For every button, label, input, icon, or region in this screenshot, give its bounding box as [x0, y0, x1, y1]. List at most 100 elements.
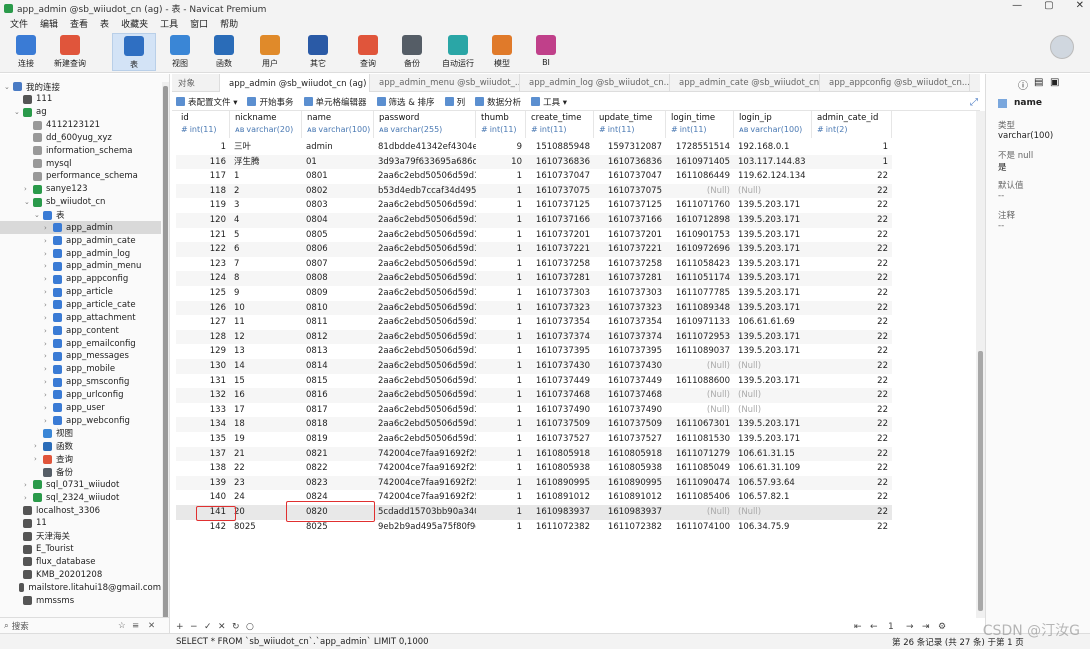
- minimize-button[interactable]: —: [1012, 0, 1022, 11]
- sidebar-item[interactable]: ⌄ 我的连接: [0, 80, 161, 93]
- cell-create_time[interactable]: 1610805938: [526, 461, 594, 476]
- sidebar-item[interactable]: › app_attachment: [0, 311, 161, 324]
- subtoolbar-button[interactable]: 工具 ▾: [531, 96, 567, 108]
- cell-id[interactable]: 142: [176, 520, 230, 535]
- tree-toggle-icon[interactable]: ›: [34, 442, 43, 450]
- cell-login_time[interactable]: 1611071760: [666, 198, 734, 213]
- cell-thumb[interactable]: 1: [476, 315, 526, 330]
- cell-login_time[interactable]: (Null): [666, 505, 734, 520]
- sidebar-item[interactable]: mysql: [0, 157, 161, 170]
- cell-password[interactable]: 2aa6c2ebd50506d59d1: [374, 315, 476, 330]
- tree-toggle-icon[interactable]: ⌄: [24, 198, 33, 206]
- cell-password[interactable]: 2aa6c2ebd50506d59d1: [374, 301, 476, 316]
- sidebar-item[interactable]: E_Tourist: [0, 543, 161, 556]
- cell-login_ip[interactable]: 139.5.203.171: [734, 242, 812, 257]
- cell-thumb[interactable]: 1: [476, 476, 526, 491]
- cell-password[interactable]: 2aa6c2ebd50506d59d1: [374, 242, 476, 257]
- cell-login_time[interactable]: 1611051174: [666, 271, 734, 286]
- cell-admin_cate_id[interactable]: 22: [812, 359, 892, 374]
- cell-nickname[interactable]: 21: [230, 447, 302, 462]
- cell-nickname[interactable]: 18: [230, 417, 302, 432]
- maximize-button[interactable]: ▢: [1044, 0, 1053, 11]
- toolbar-button-4[interactable]: 函数: [202, 33, 246, 71]
- toolbar-button-0[interactable]: 连接: [4, 33, 48, 71]
- cell-create_time[interactable]: 1610737258: [526, 257, 594, 272]
- cell-password[interactable]: 9eb2b9ad495a75f80f9c: [374, 520, 476, 535]
- cell-login_ip[interactable]: (Null): [734, 359, 812, 374]
- cell-thumb[interactable]: 1: [476, 257, 526, 272]
- cell-create_time[interactable]: 1611072382: [526, 520, 594, 535]
- subtoolbar-button[interactable]: 开始事务: [247, 96, 294, 108]
- cell-name[interactable]: 0801: [302, 169, 374, 184]
- cell-admin_cate_id[interactable]: 22: [812, 388, 892, 403]
- tab-3[interactable]: app_admin_log @sb_wiiudot_cn...: [520, 73, 670, 92]
- sidebar-item[interactable]: performance_schema: [0, 170, 161, 183]
- cell-login_time[interactable]: 1611088600: [666, 374, 734, 389]
- stop-button[interactable]: ○: [246, 622, 260, 632]
- cell-password[interactable]: 742004ce7faa91692f25: [374, 490, 476, 505]
- sidebar-item[interactable]: › app_emailconfig: [0, 337, 161, 350]
- cell-password[interactable]: 2aa6c2ebd50506d59d1: [374, 432, 476, 447]
- table-row[interactable]: 119 3 0803 2aa6c2ebd50506d59d1 1 1610737125 16…: [176, 198, 892, 213]
- cell-update_time[interactable]: 1610737430: [594, 359, 666, 374]
- table-row[interactable]: 131 15 0815 2aa6c2ebd50506d59d1 1 1610737449 1…: [176, 374, 892, 389]
- cell-admin_cate_id[interactable]: 22: [812, 257, 892, 272]
- cell-password[interactable]: b53d4edb7ccaf34d4955: [374, 184, 476, 199]
- table-row[interactable]: 138 22 0822 742004ce7faa91692f25 1 1610805938…: [176, 461, 892, 476]
- column-header-login_time[interactable]: login_time # int(11): [666, 111, 734, 138]
- cell-login_time[interactable]: 1610712898: [666, 213, 734, 228]
- cell-password[interactable]: 2aa6c2ebd50506d59d1: [374, 359, 476, 374]
- cell-id[interactable]: 134: [176, 417, 230, 432]
- sidebar-item[interactable]: 11: [0, 517, 161, 530]
- cell-id[interactable]: 133: [176, 403, 230, 418]
- sidebar-item[interactable]: › app_article: [0, 286, 161, 299]
- user-avatar[interactable]: [1050, 35, 1074, 59]
- cell-login_ip[interactable]: 139.5.203.171: [734, 228, 812, 243]
- cell-login_ip[interactable]: (Null): [734, 505, 812, 520]
- toolbar-button-5[interactable]: 用户: [248, 33, 292, 71]
- close-search-icon[interactable]: ✕: [148, 621, 155, 631]
- cell-create_time[interactable]: 1610737354: [526, 315, 594, 330]
- cell-login_time[interactable]: 1610971133: [666, 315, 734, 330]
- table-row[interactable]: 129 13 0813 2aa6c2ebd50506d59d1 1 1610737395 1…: [176, 344, 892, 359]
- sidebar-scrollbar[interactable]: [162, 82, 169, 630]
- cell-password[interactable]: 2aa6c2ebd50506d59d1: [374, 271, 476, 286]
- cell-thumb[interactable]: 1: [476, 461, 526, 476]
- cell-nickname[interactable]: 1: [230, 169, 302, 184]
- cell-name[interactable]: 0813: [302, 344, 374, 359]
- cell-name[interactable]: 0807: [302, 257, 374, 272]
- cell-login_ip[interactable]: 106.61.61.69: [734, 315, 812, 330]
- cell-create_time[interactable]: 1610737449: [526, 374, 594, 389]
- column-header-password[interactable]: password ᴀʙ varchar(255): [374, 111, 476, 138]
- cell-nickname[interactable]: 16: [230, 388, 302, 403]
- cell-id[interactable]: 126: [176, 301, 230, 316]
- cell-login_time[interactable]: 1610972696: [666, 242, 734, 257]
- sidebar-item[interactable]: › 函数: [0, 440, 161, 453]
- cell-admin_cate_id[interactable]: 1: [812, 140, 892, 155]
- sort-icon[interactable]: ≡: [132, 621, 139, 631]
- sidebar-item[interactable]: › app_mobile: [0, 363, 161, 376]
- cell-name[interactable]: 0811: [302, 315, 374, 330]
- sidebar-item[interactable]: 视图: [0, 427, 161, 440]
- table-row[interactable]: 142 8025 8025 9eb2b9ad495a75f80f9c 1 16110723…: [176, 520, 892, 535]
- table-row[interactable]: 122 6 0806 2aa6c2ebd50506d59d1 1 1610737221 16…: [176, 242, 892, 257]
- cell-id[interactable]: 140: [176, 490, 230, 505]
- sidebar-item[interactable]: dd_600yug_xyz: [0, 131, 161, 144]
- menu-item[interactable]: 工具: [154, 17, 184, 30]
- cell-login_ip[interactable]: (Null): [734, 388, 812, 403]
- cell-nickname[interactable]: 4: [230, 213, 302, 228]
- cell-login_time[interactable]: 1611085049: [666, 461, 734, 476]
- sidebar-item[interactable]: › app_appconfig: [0, 273, 161, 286]
- cell-admin_cate_id[interactable]: 22: [812, 374, 892, 389]
- cell-update_time[interactable]: 1610737395: [594, 344, 666, 359]
- tree-toggle-icon[interactable]: ›: [44, 275, 53, 283]
- cell-login_ip[interactable]: 139.5.203.171: [734, 198, 812, 213]
- cell-thumb[interactable]: 1: [476, 417, 526, 432]
- menu-item[interactable]: 帮助: [214, 17, 244, 30]
- cell-update_time[interactable]: 1610890995: [594, 476, 666, 491]
- cell-id[interactable]: 118: [176, 184, 230, 199]
- cell-nickname[interactable]: 13: [230, 344, 302, 359]
- cell-login_time[interactable]: 1611086449: [666, 169, 734, 184]
- tab-1[interactable]: app_admin @sb_wiiudot_cn (ag) - 表: [220, 73, 370, 92]
- sidebar-item[interactable]: › 查询: [0, 453, 161, 466]
